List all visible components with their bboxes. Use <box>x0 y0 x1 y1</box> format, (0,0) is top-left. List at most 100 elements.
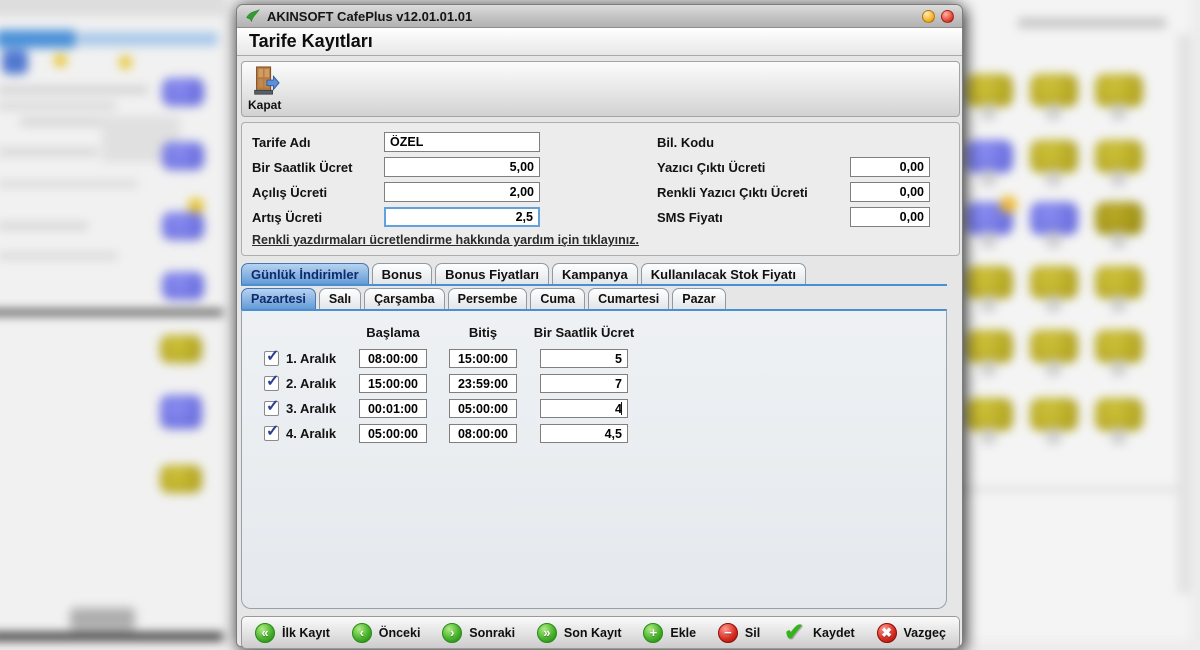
background-station-yellow <box>1030 266 1078 299</box>
tab-pazar[interactable]: Pazar <box>672 288 725 309</box>
background-station-yellow <box>1030 74 1078 107</box>
add-label: Ekle <box>670 626 696 640</box>
tab-cumartesi[interactable]: Cumartesi <box>588 288 669 309</box>
background-station-blue <box>160 395 202 429</box>
main-tab-underline <box>241 284 947 286</box>
tab-kampanya[interactable]: Kampanya <box>552 263 638 284</box>
artis-ucreti-field[interactable] <box>384 207 540 227</box>
end-time-input[interactable] <box>449 374 517 393</box>
background-station-yellow <box>1095 140 1143 173</box>
schedule-row-3: ✓ 3. Aralık <box>242 399 946 421</box>
tab-sali[interactable]: Salı <box>319 288 361 309</box>
start-time-input[interactable] <box>359 399 427 418</box>
sms-fiyati-label: SMS Fiyatı <box>657 210 723 225</box>
rate-input[interactable] <box>540 424 628 443</box>
first-record-label: İlk Kayıt <box>282 626 330 640</box>
previous-icon: ‹ <box>352 623 372 643</box>
baslama-header: Başlama <box>354 325 432 340</box>
schedule-panel: Başlama Bitiş Bir Saatlik Ücret ✓ 1. Ara… <box>241 309 947 609</box>
record-nav-bar: « İlk Kayıt ‹ Önceki › Sonraki » Son Kay… <box>241 616 960 649</box>
background-station-yellow <box>1095 74 1143 107</box>
interval-label: 4. Aralık <box>286 426 336 441</box>
background-station-yellow <box>1030 398 1078 431</box>
interval-checkbox[interactable]: ✓ <box>264 376 279 391</box>
background-station-yellow <box>160 335 202 363</box>
renkli-yazici-cikti-ucreti-field[interactable] <box>850 182 930 202</box>
acilis-ucreti-field[interactable] <box>384 182 540 202</box>
acilis-ucreti-label: Açılış Ücreti <box>252 185 327 200</box>
minimize-button[interactable] <box>922 10 935 23</box>
interval-checkbox[interactable]: ✓ <box>264 351 279 366</box>
screen: AKINSOFT CafePlus v12.01.01.01 Tarife Ka… <box>0 0 1200 650</box>
background-station-yellow <box>1095 266 1143 299</box>
interval-label: 2. Aralık <box>286 376 336 391</box>
start-time-input[interactable] <box>359 349 427 368</box>
bir-saatlik-ucret-label: Bir Saatlik Ücret <box>252 160 352 175</box>
tab-bonus-fiyatlari[interactable]: Bonus Fiyatları <box>435 263 549 284</box>
background-top-strip <box>0 0 225 16</box>
first-record-button[interactable]: « İlk Kayıt <box>255 623 330 643</box>
first-record-icon: « <box>255 623 275 643</box>
background-yellow-dot <box>1000 196 1017 213</box>
start-time-input[interactable] <box>359 424 427 443</box>
background-station-blue <box>162 272 204 300</box>
background-blue-bar-light <box>78 32 218 46</box>
tariff-form: Tarife Adı Bir Saatlik Ücret Açılış Ücre… <box>241 122 960 256</box>
cancel-button[interactable]: ✖ Vazgeç <box>877 623 946 643</box>
tab-cuma[interactable]: Cuma <box>530 288 585 309</box>
previous-button[interactable]: ‹ Önceki <box>352 623 421 643</box>
bil-kodu-label: Bil. Kodu <box>657 135 714 150</box>
interval-checkbox[interactable]: ✓ <box>264 426 279 441</box>
tarife-adi-field[interactable] <box>384 132 540 152</box>
close-button[interactable] <box>941 10 954 23</box>
tab-gunluk-indirimler[interactable]: Günlük İndirimler <box>241 263 369 284</box>
background-station-blue <box>162 142 204 170</box>
delete-button[interactable]: − Sil <box>718 623 760 643</box>
background-text-line <box>0 252 118 260</box>
kapat-button[interactable]: Kapat <box>248 65 294 115</box>
background-station-yellow <box>965 398 1013 431</box>
interval-checkbox[interactable]: ✓ <box>264 401 279 416</box>
rate-input[interactable] <box>540 349 628 368</box>
artis-ucreti-label: Artış Ücreti <box>252 210 322 225</box>
background-text-line <box>0 222 88 230</box>
akinsoft-logo-icon <box>245 8 261 24</box>
previous-label: Önceki <box>379 626 421 640</box>
color-print-help-link[interactable]: Renkli yazdırmaları ücretlendirme hakkın… <box>252 233 639 247</box>
rate-input[interactable] <box>540 399 628 418</box>
save-button[interactable]: ✔ Kaydet <box>782 623 855 643</box>
background-scrollbar <box>1178 34 1190 594</box>
tab-persembe[interactable]: Persembe <box>448 288 528 309</box>
last-record-button[interactable]: » Son Kayıt <box>537 623 622 643</box>
background-text-line <box>0 102 116 110</box>
background-divider <box>956 488 1190 491</box>
background-blue-bar <box>0 30 76 48</box>
end-time-input[interactable] <box>449 424 517 443</box>
background-title-line <box>1018 18 1166 28</box>
checkmark-icon: ✓ <box>266 421 279 441</box>
background-station-yellow <box>1095 202 1143 235</box>
next-button[interactable]: › Sonraki <box>442 623 515 643</box>
window-titlebar[interactable]: AKINSOFT CafePlus v12.01.01.01 <box>237 5 962 28</box>
sms-fiyati-field[interactable] <box>850 207 930 227</box>
end-time-input[interactable] <box>449 399 517 418</box>
tab-pazartesi[interactable]: Pazartesi <box>241 288 316 309</box>
cancel-label: Vazgeç <box>904 626 946 640</box>
next-icon: › <box>442 623 462 643</box>
checkmark-icon: ✓ <box>266 371 279 391</box>
yazici-cikti-ucreti-field[interactable] <box>850 157 930 177</box>
background-text-line <box>0 180 138 188</box>
last-record-label: Son Kayıt <box>564 626 622 640</box>
start-time-input[interactable] <box>359 374 427 393</box>
bitis-header: Bitiş <box>444 325 522 340</box>
tab-carsamba[interactable]: Çarşamba <box>364 288 444 309</box>
page-title: Tarife Kayıtları <box>237 28 962 56</box>
tab-bonus[interactable]: Bonus <box>372 263 432 284</box>
end-time-input[interactable] <box>449 349 517 368</box>
rate-input[interactable] <box>540 374 628 393</box>
bir-saatlik-ucret-field[interactable] <box>384 157 540 177</box>
checkmark-icon: ✓ <box>266 396 279 416</box>
background-station-yellow <box>1095 330 1143 363</box>
tab-kullanilacak-stok-fiyati[interactable]: Kullanılacak Stok Fiyatı <box>641 263 806 284</box>
add-button[interactable]: + Ekle <box>643 623 696 643</box>
